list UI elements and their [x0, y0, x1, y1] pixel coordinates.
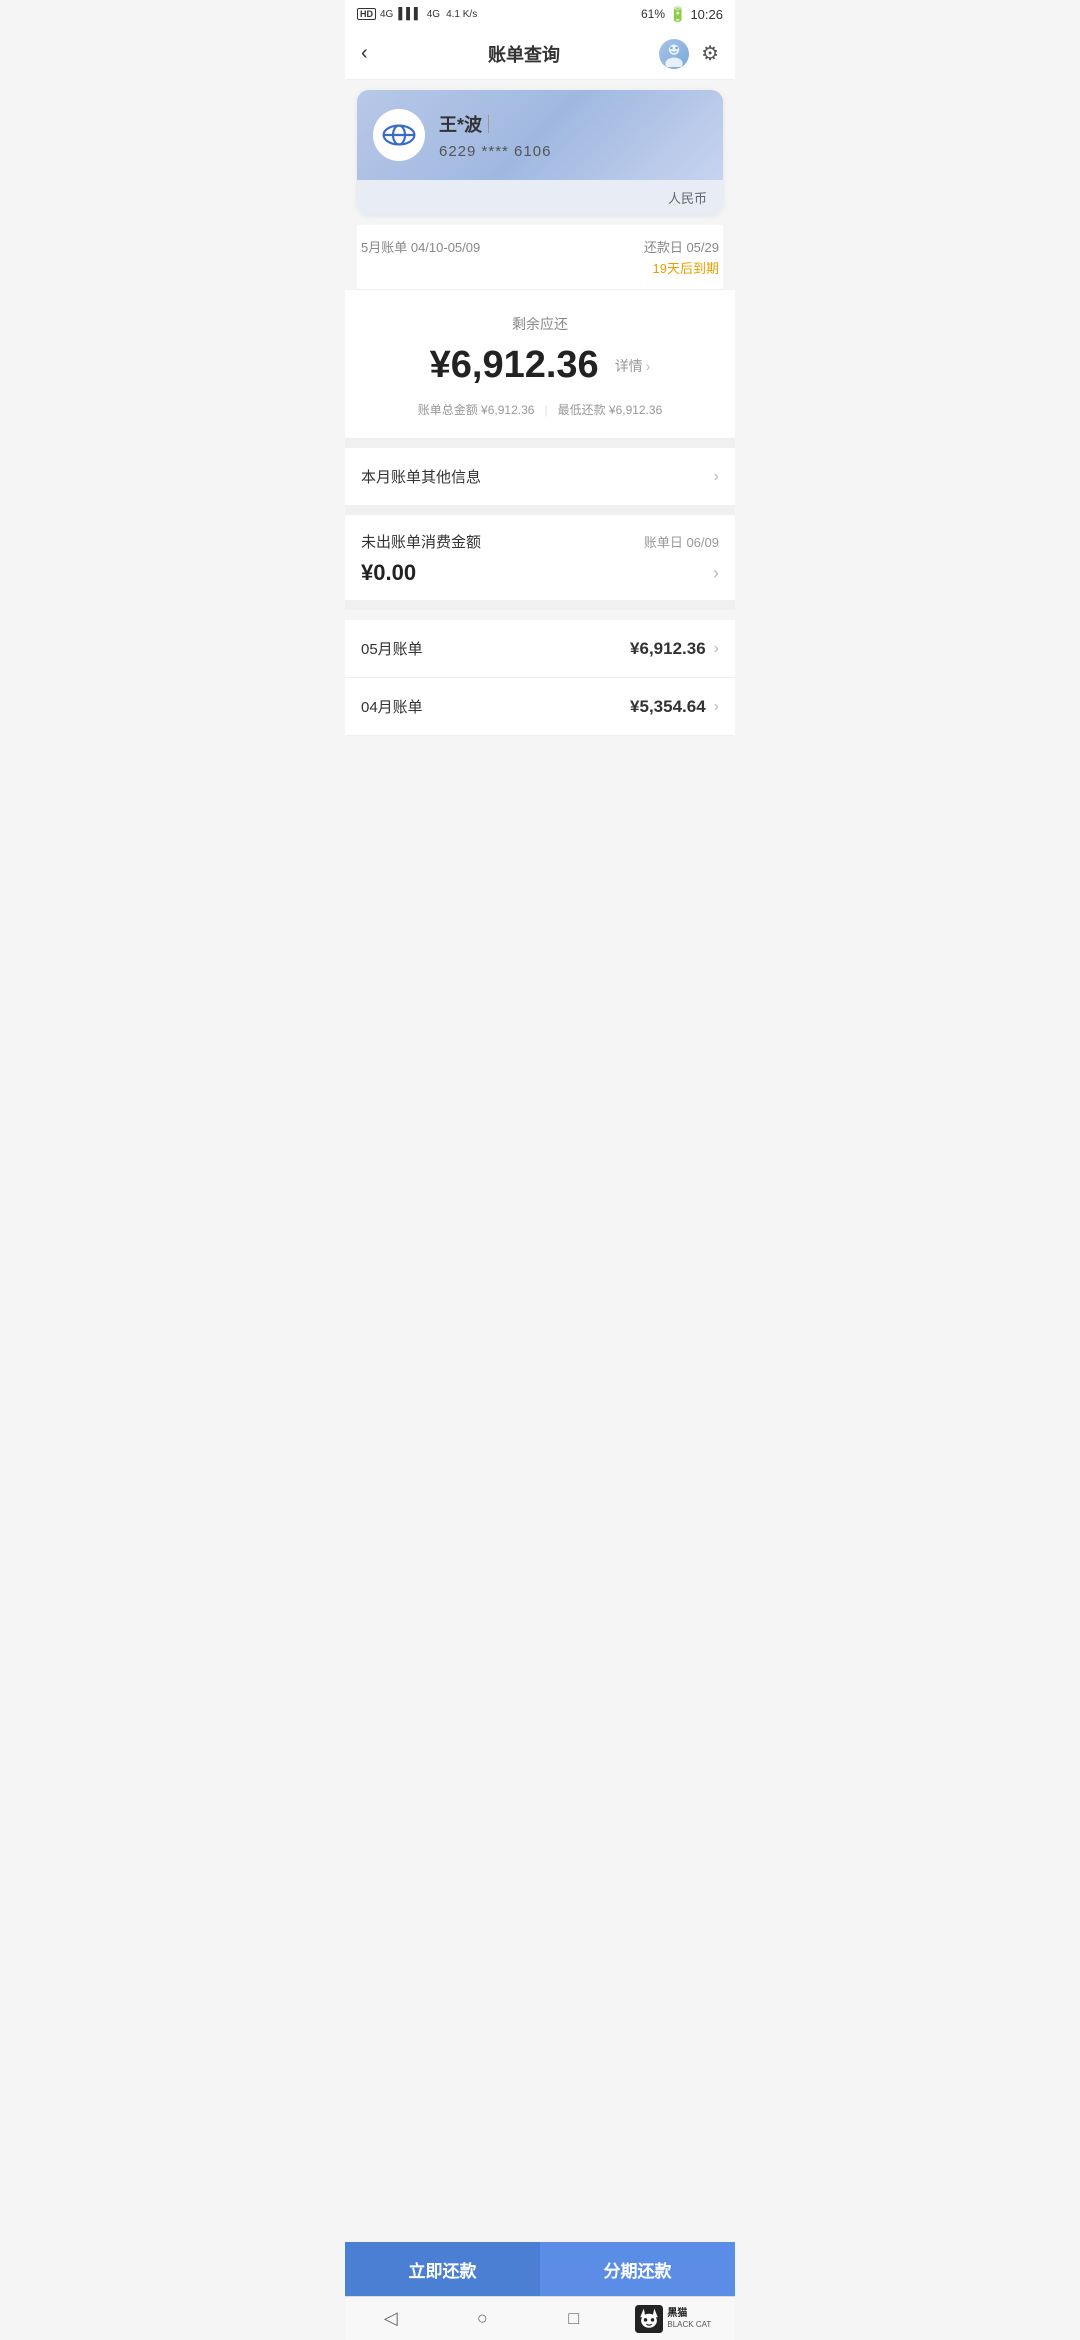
card-currency: 人民币	[357, 180, 723, 215]
monthly-bill-right-0: ¥6,912.36 ›	[630, 639, 719, 659]
unbilled-billing-date: 账单日 06/09	[644, 532, 719, 551]
card-holder-name: 王*波	[439, 111, 707, 137]
settings-button[interactable]: ⚙	[701, 41, 719, 66]
monthly-chevron-1: ›	[714, 698, 719, 716]
bill-due-date: 还款日 05/29	[644, 237, 719, 256]
time-text: 10:26	[690, 7, 723, 22]
unbilled-header: 未出账单消费金额 账单日 06/09	[361, 531, 719, 552]
header-actions: ⚙	[655, 39, 719, 69]
signal-text-2: 4G	[427, 9, 440, 20]
nav-recent-button[interactable]: □	[544, 2297, 604, 2340]
section-divider-2	[345, 505, 735, 515]
section-divider-3	[345, 600, 735, 610]
installment-button[interactable]: 分期还款	[540, 2242, 735, 2296]
bank-logo	[373, 109, 425, 161]
back-button[interactable]: ‹	[361, 42, 393, 65]
header: ‹ 账单查询 ⚙	[345, 28, 735, 80]
bottom-nav: ◁ ○ □ 黑猫 BLACK CAT	[345, 2296, 735, 2340]
bill-period-label: 5月账单 04/10-05/09	[361, 237, 480, 256]
detail-link[interactable]: 详情 ›	[615, 356, 651, 376]
monthly-bill-right-1: ¥5,354.64 ›	[630, 697, 719, 717]
monthly-chevron-0: ›	[714, 640, 719, 658]
monthly-bill-label-1: 04月账单	[361, 696, 423, 717]
unbilled-chevron: ›	[713, 563, 719, 584]
amount-sub-divider: |	[544, 403, 547, 417]
repay-button[interactable]: 立即还款	[345, 2242, 540, 2296]
black-cat-logo: 黑猫 BLACK CAT	[635, 2305, 719, 2333]
status-left: HD 4G ▌▌▌ 4G 4.1 K/s	[357, 8, 477, 20]
bill-due-countdown: 19天后到期	[644, 258, 719, 277]
speed-text: 4.1 K/s	[446, 9, 477, 20]
signal-text: 4G	[380, 9, 393, 20]
amount-sub-row: 账单总金额 ¥6,912.36 | 最低还款 ¥6,912.36	[361, 401, 719, 418]
monthly-bill-amount-1: ¥5,354.64	[630, 697, 706, 717]
black-cat-icon	[635, 2305, 663, 2333]
black-cat-sublabel: BLACK CAT	[667, 2320, 711, 2330]
remaining-label: 剩余应还	[361, 314, 719, 334]
bill-due-info: 还款日 05/29 19天后到期	[644, 237, 719, 277]
signal-bars: ▌▌▌	[398, 8, 421, 20]
detail-chevron: ›	[646, 358, 651, 374]
monthly-bill-0[interactable]: 05月账单 ¥6,912.36 ›	[345, 620, 735, 678]
unbilled-amount: ¥0.00	[361, 560, 416, 586]
card-top: 王*波 6229 **** 6106	[357, 90, 723, 180]
bottom-action-buttons: 立即还款 分期还款	[345, 2242, 735, 2296]
monthly-bill-1[interactable]: 04月账单 ¥5,354.64 ›	[345, 678, 735, 736]
other-info-section: 本月账单其他信息 ›	[345, 448, 735, 505]
status-bar: HD 4G ▌▌▌ 4G 4.1 K/s 61% 🔋 10:26	[345, 0, 735, 28]
remaining-amount: ¥6,912.36	[430, 344, 599, 387]
amount-row: ¥6,912.36 详情 ›	[361, 344, 719, 387]
nav-back-button[interactable]: ◁	[361, 2297, 421, 2340]
monthly-bills-section: 05月账单 ¥6,912.36 › 04月账单 ¥5,354.64 ›	[345, 620, 735, 736]
other-info-item[interactable]: 本月账单其他信息 ›	[345, 448, 735, 505]
monthly-bill-amount-0: ¥6,912.36	[630, 639, 706, 659]
card-number: 6229 **** 6106	[439, 143, 707, 160]
hd-badge: HD	[357, 8, 376, 20]
unbilled-title: 未出账单消费金额	[361, 531, 481, 552]
card-section: 王*波 6229 **** 6106 人民币	[357, 90, 723, 215]
card-info: 王*波 6229 **** 6106	[439, 111, 707, 160]
section-divider-1	[345, 438, 735, 448]
battery-text: 61%	[641, 7, 665, 21]
other-info-title: 本月账单其他信息	[361, 466, 481, 487]
status-right: 61% 🔋 10:26	[641, 6, 723, 23]
amount-section: 剩余应还 ¥6,912.36 详情 › 账单总金额 ¥6,912.36 | 最低…	[345, 290, 735, 438]
black-cat-label: 黑猫	[667, 2308, 711, 2320]
unbilled-section: 未出账单消费金额 账单日 06/09 ¥0.00 ›	[345, 515, 735, 600]
min-pay-label: 最低还款 ¥6,912.36	[558, 401, 663, 418]
total-amount-label: 账单总金额 ¥6,912.36	[418, 401, 535, 418]
name-divider	[488, 115, 489, 133]
avatar-button[interactable]	[659, 39, 689, 69]
nav-home-button[interactable]: ○	[452, 2297, 512, 2340]
bill-period-row: 5月账单 04/10-05/09 还款日 05/29 19天后到期	[357, 225, 723, 290]
other-info-chevron: ›	[714, 468, 719, 486]
unbilled-amount-row[interactable]: ¥0.00 ›	[361, 560, 719, 586]
page-title: 账单查询	[393, 41, 655, 67]
monthly-bill-label-0: 05月账单	[361, 638, 423, 659]
battery-icon: 🔋	[669, 6, 686, 23]
